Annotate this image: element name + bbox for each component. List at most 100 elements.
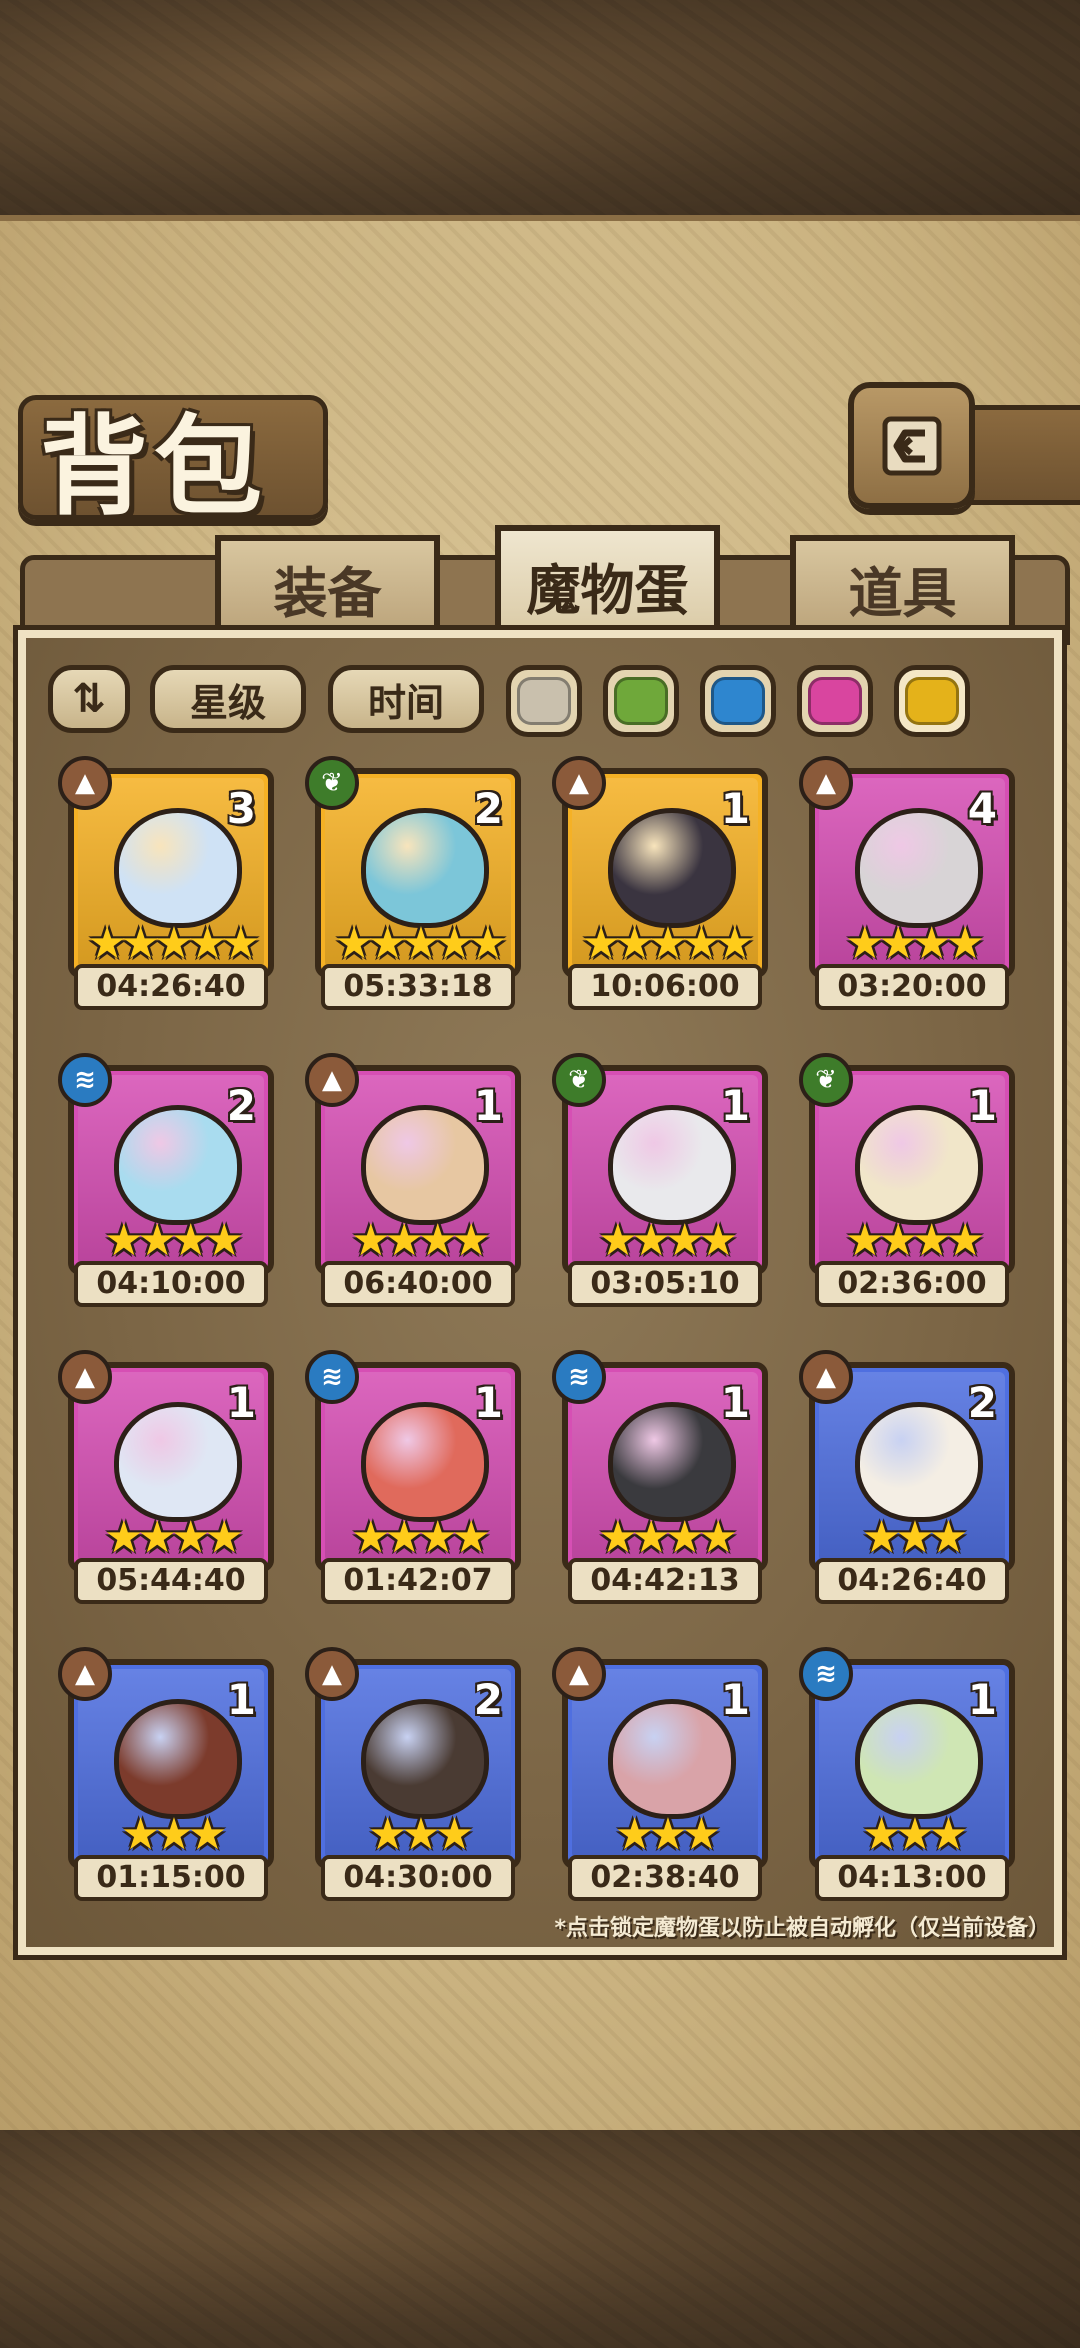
back-arrow-icon (882, 416, 941, 475)
rarity-filter-swatch[interactable] (506, 665, 582, 737)
monster-egg-icon (608, 1105, 736, 1225)
hatch-timer: 10:06:00 (568, 964, 762, 1010)
egg-card[interactable]: 1 ★★★★ ▲ 05:44:40 (58, 1350, 274, 1612)
hatch-timer: 04:30:00 (321, 1855, 515, 1901)
top-map-band (0, 0, 1080, 215)
sort-order-button[interactable]: ⇅ (48, 665, 130, 733)
rarity-filter-swatch[interactable] (797, 665, 873, 737)
egg-card[interactable]: 1 ★★★ ▲ 01:15:00 (58, 1647, 274, 1909)
page-title: 背包 (40, 404, 269, 530)
sort-by-time-button[interactable]: 时间 (328, 665, 484, 733)
swatch-color (711, 677, 765, 725)
leaf-element-icon: ❦ (552, 1053, 606, 1107)
egg-card[interactable]: 1 ★★★ ≋ 04:13:00 (799, 1647, 1015, 1909)
egg-star-rating: ★★★★★ (581, 918, 754, 969)
egg-count: 2 (967, 1378, 997, 1427)
monster-egg-icon (855, 1402, 983, 1522)
hatch-timer: 02:38:40 (568, 1855, 762, 1901)
egg-count: 1 (720, 1378, 750, 1427)
egg-star-rating: ★★★★ (845, 918, 985, 969)
monster-egg-icon (855, 1105, 983, 1225)
egg-star-rating: ★★★ (614, 1809, 721, 1860)
egg-card[interactable]: 2 ★★★ ▲ 04:30:00 (305, 1647, 521, 1909)
egg-count: 1 (226, 1675, 256, 1724)
egg-count: 1 (967, 1081, 997, 1130)
rarity-filter-swatch[interactable] (700, 665, 776, 737)
egg-card[interactable]: 2 ★★★★★ ❦ 05:33:18 (305, 756, 521, 1018)
egg-card[interactable]: 1 ★★★★★ ▲ 10:06:00 (552, 756, 768, 1018)
leaf-element-icon: ❦ (305, 756, 359, 810)
egg-card[interactable]: 1 ★★★★ ❦ 02:36:00 (799, 1053, 1015, 1315)
egg-star-rating: ★★★ (861, 1809, 968, 1860)
hatch-timer: 04:10:00 (74, 1261, 268, 1307)
swatch-color (905, 677, 959, 725)
hatch-timer: 04:42:13 (568, 1558, 762, 1604)
sort-order-icon: ⇅ (72, 676, 106, 722)
egg-star-rating: ★★★★ (598, 1512, 738, 1563)
monster-egg-icon (855, 1699, 983, 1819)
swatch-color (614, 677, 668, 725)
earth-element-icon: ▲ (799, 1350, 853, 1404)
hatch-timer: 05:44:40 (74, 1558, 268, 1604)
hatch-timer: 02:36:00 (815, 1261, 1009, 1307)
egg-count: 1 (967, 1675, 997, 1724)
earth-element-icon: ▲ (552, 1647, 606, 1701)
rarity-filter-swatch[interactable] (894, 665, 970, 737)
egg-count: 1 (720, 1675, 750, 1724)
egg-card[interactable]: 4 ★★★★ ▲ 03:20:00 (799, 756, 1015, 1018)
sort-by-star-button[interactable]: 星级 (150, 665, 306, 733)
back-strip (960, 405, 1080, 505)
egg-count: 1 (720, 784, 750, 833)
tab-equipment[interactable]: 装备 (215, 535, 440, 635)
monster-egg-icon (361, 1402, 489, 1522)
tab-monster-eggs[interactable]: 魔物蛋 (495, 525, 720, 640)
egg-star-rating: ★★★★ (845, 1215, 985, 1266)
egg-count: 1 (720, 1081, 750, 1130)
egg-star-rating: ★★★ (367, 1809, 474, 1860)
egg-card[interactable]: 1 ★★★★ ≋ 01:42:07 (305, 1350, 521, 1612)
monster-egg-icon (361, 1105, 489, 1225)
egg-count: 2 (226, 1081, 256, 1130)
egg-star-rating: ★★★★ (351, 1512, 491, 1563)
egg-count: 1 (473, 1081, 503, 1130)
earth-element-icon: ▲ (305, 1053, 359, 1107)
egg-count: 2 (473, 1675, 503, 1724)
leaf-element-icon: ❦ (799, 1053, 853, 1107)
egg-card[interactable]: 3 ★★★★★ ▲ 04:26:40 (58, 756, 274, 1018)
egg-card[interactable]: 2 ★★★ ▲ 04:26:40 (799, 1350, 1015, 1612)
water-element-icon: ≋ (305, 1350, 359, 1404)
egg-card[interactable]: 2 ★★★★ ≋ 04:10:00 (58, 1053, 274, 1315)
water-element-icon: ≋ (552, 1350, 606, 1404)
monster-egg-icon (114, 1402, 242, 1522)
back-button[interactable] (848, 382, 975, 509)
tab-label: 装备 (273, 561, 382, 625)
earth-element-icon: ▲ (58, 756, 112, 810)
swatch-color (517, 677, 571, 725)
hatch-timer: 03:20:00 (815, 964, 1009, 1010)
egg-star-rating: ★★★★ (104, 1215, 244, 1266)
egg-card[interactable]: 1 ★★★★ ❦ 03:05:10 (552, 1053, 768, 1315)
monster-egg-icon (608, 808, 736, 928)
egg-star-rating: ★★★★ (104, 1512, 244, 1563)
footnote: *点击锁定魔物蛋以防止被自动孵化（仅当前设备） (554, 1916, 1050, 1941)
egg-card[interactable]: 1 ★★★ ▲ 02:38:40 (552, 1647, 768, 1909)
egg-card[interactable]: 1 ★★★★ ≋ 04:42:13 (552, 1350, 768, 1612)
monster-egg-icon (114, 1699, 242, 1819)
egg-star-rating: ★★★★★ (87, 918, 260, 969)
hatch-timer: 05:33:18 (321, 964, 515, 1010)
monster-egg-icon (361, 808, 489, 928)
earth-element-icon: ▲ (799, 756, 853, 810)
egg-star-rating: ★★★★ (598, 1215, 738, 1266)
rarity-filter-swatch[interactable] (603, 665, 679, 737)
tab-items[interactable]: 道具 (790, 535, 1015, 635)
water-element-icon: ≋ (799, 1647, 853, 1701)
monster-egg-icon (608, 1699, 736, 1819)
egg-count: 1 (473, 1378, 503, 1427)
egg-star-rating: ★★★★ (351, 1215, 491, 1266)
earth-element-icon: ▲ (58, 1350, 112, 1404)
egg-star-rating: ★★★ (120, 1809, 227, 1860)
egg-star-rating: ★★★ (861, 1512, 968, 1563)
egg-count: 2 (473, 784, 503, 833)
hatch-timer: 04:13:00 (815, 1855, 1009, 1901)
egg-card[interactable]: 1 ★★★★ ▲ 06:40:00 (305, 1053, 521, 1315)
